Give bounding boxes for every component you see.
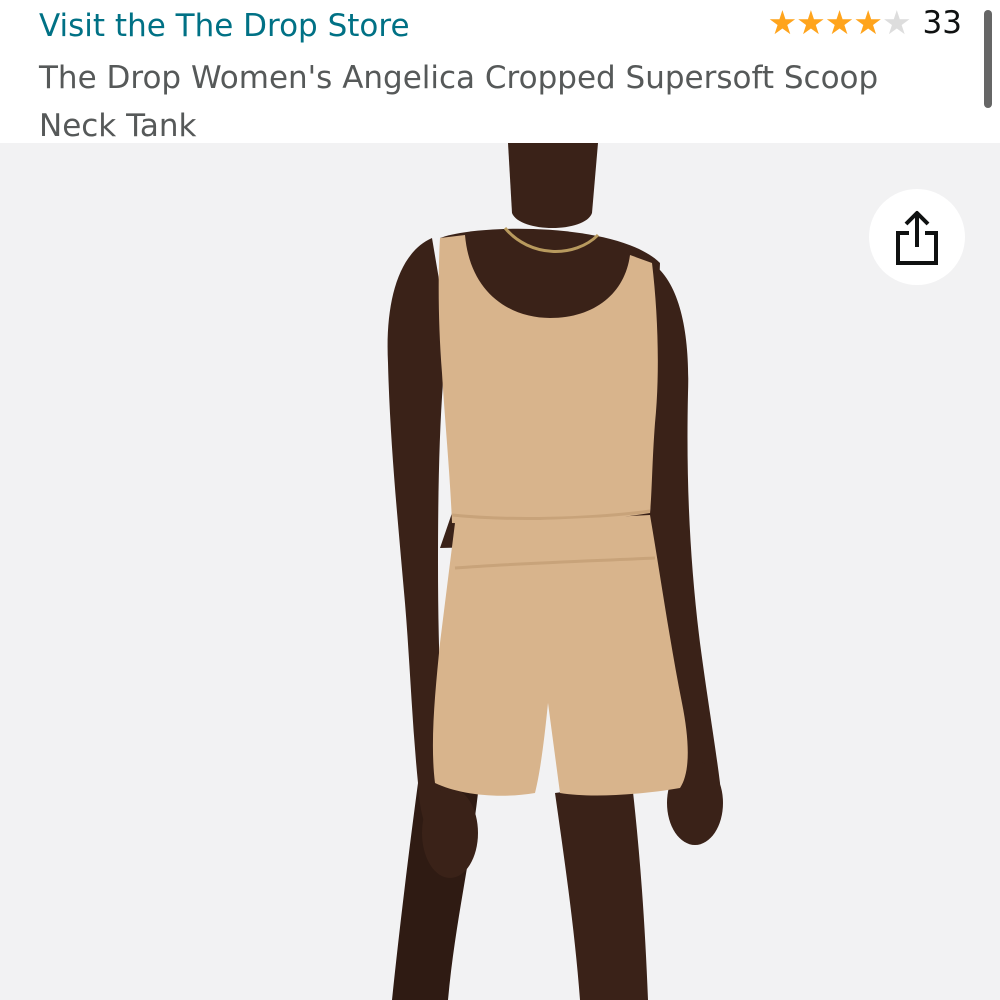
rating-count[interactable]: 33: [923, 4, 962, 42]
product-image[interactable]: [0, 143, 1000, 1000]
scrollbar[interactable]: [984, 10, 992, 108]
star-icon: ★: [853, 3, 883, 42]
product-header: Visit the The Drop Store The Drop Women'…: [0, 0, 1000, 144]
star-icon: ★: [796, 3, 826, 42]
share-icon: [896, 211, 938, 265]
visit-store-link[interactable]: Visit the The Drop Store: [39, 6, 410, 46]
star-rating[interactable]: ★ ★ ★ ★ ★: [767, 3, 912, 42]
star-icon: ★: [767, 3, 798, 42]
model-illustration: [387, 143, 723, 1000]
star-empty-icon: ★: [881, 3, 912, 42]
star-icon: ★: [824, 3, 855, 42]
share-button[interactable]: [869, 189, 965, 285]
product-title: The Drop Women's Angelica Cropped Supers…: [39, 60, 879, 144]
rating[interactable]: ★ ★ ★ ★ ★ 33: [768, 4, 962, 42]
